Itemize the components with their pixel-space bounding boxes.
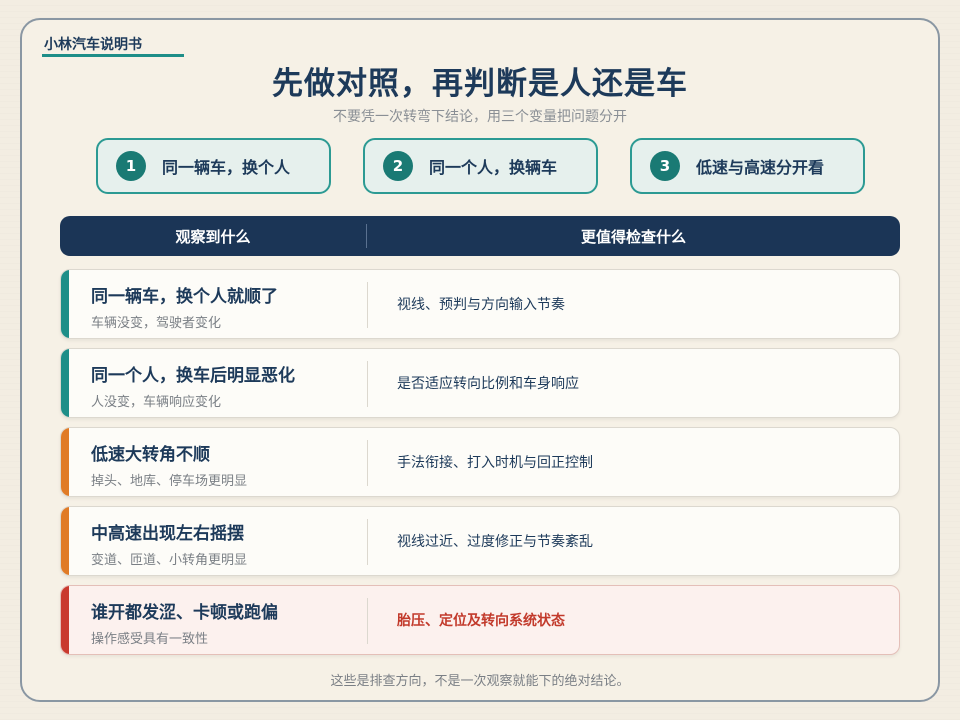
row-accent-bar <box>61 349 69 417</box>
row-check-item: 胎压、定位及转向系统状态 <box>397 613 565 629</box>
row-observation-detail: 操作感受具有一致性 <box>91 632 209 647</box>
row-divider <box>367 282 368 328</box>
row-divider <box>367 598 368 644</box>
row-accent-bar <box>61 428 69 496</box>
step-number-badge: 2 <box>383 151 413 181</box>
step-label: 低速与高速分开看 <box>696 158 825 177</box>
row-observation: 同一个人，换车后明显恶化 <box>91 366 295 386</box>
row-divider <box>367 440 368 486</box>
row-check-item: 视线过近、过度修正与节奏紊乱 <box>397 534 593 550</box>
row-observation: 中高速出现左右摇摆 <box>91 524 244 544</box>
row-divider <box>367 361 368 407</box>
table-header: 观察到什么 更值得检查什么 <box>60 216 900 256</box>
row-divider <box>367 519 368 565</box>
table-row: 中高速出现左右摇摆 变道、匝道、小转角更明显 视线过近、过度修正与节奏紊乱 <box>60 506 900 576</box>
step-label: 同一辆车，换个人 <box>162 158 291 177</box>
page-title: 先做对照，再判断是人还是车 <box>272 66 688 102</box>
row-observation-detail: 掉头、地库、停车场更明显 <box>91 474 248 489</box>
row-observation-detail: 车辆没变，驾驶者变化 <box>91 316 222 331</box>
table-row: 低速大转角不顺 掉头、地库、停车场更明显 手法衔接、打入时机与回正控制 <box>60 427 900 497</box>
step-card-1: 1 同一辆车，换个人 <box>96 138 331 194</box>
row-observation: 同一辆车，换个人就顺了 <box>91 287 278 307</box>
row-accent-bar <box>61 507 69 575</box>
row-accent-bar <box>61 270 69 338</box>
step-number-badge: 3 <box>650 151 680 181</box>
row-observation: 谁开都发涩、卡顿或跑偏 <box>91 603 278 623</box>
step-card-2: 2 同一个人，换辆车 <box>363 138 598 194</box>
table-row-warning: 谁开都发涩、卡顿或跑偏 操作感受具有一致性 胎压、定位及转向系统状态 <box>60 585 900 655</box>
step-number-badge: 1 <box>116 151 146 181</box>
header-observe: 观察到什么 <box>175 227 251 246</box>
row-check-item: 是否适应转向比例和车身响应 <box>397 376 579 392</box>
table-row: 同一个人，换车后明显恶化 人没变，车辆响应变化 是否适应转向比例和车身响应 <box>60 348 900 418</box>
step-card-3: 3 低速与高速分开看 <box>630 138 865 194</box>
header-check: 更值得检查什么 <box>580 227 686 246</box>
table-row: 同一辆车，换个人就顺了 车辆没变，驾驶者变化 视线、预判与方向输入节奏 <box>60 269 900 339</box>
brand-label: 小林汽车说明书 <box>44 37 142 53</box>
content-card: 小林汽车说明书 先做对照，再判断是人还是车 不要凭一次转弯下结论，用三个变量把问… <box>20 18 940 702</box>
row-check-item: 手法衔接、打入时机与回正控制 <box>397 455 593 471</box>
row-observation-detail: 变道、匝道、小转角更明显 <box>91 553 248 568</box>
step-label: 同一个人，换辆车 <box>429 158 558 177</box>
row-accent-bar <box>61 586 69 654</box>
row-observation: 低速大转角不顺 <box>91 445 210 465</box>
brand-underline <box>42 54 184 57</box>
footer-note: 这些是排查方向，不是一次观察就能下的绝对结论。 <box>330 674 630 689</box>
row-observation-detail: 人没变，车辆响应变化 <box>91 395 222 410</box>
row-check-item: 视线、预判与方向输入节奏 <box>397 297 565 313</box>
page-subtitle: 不要凭一次转弯下结论，用三个变量把问题分开 <box>333 109 627 125</box>
